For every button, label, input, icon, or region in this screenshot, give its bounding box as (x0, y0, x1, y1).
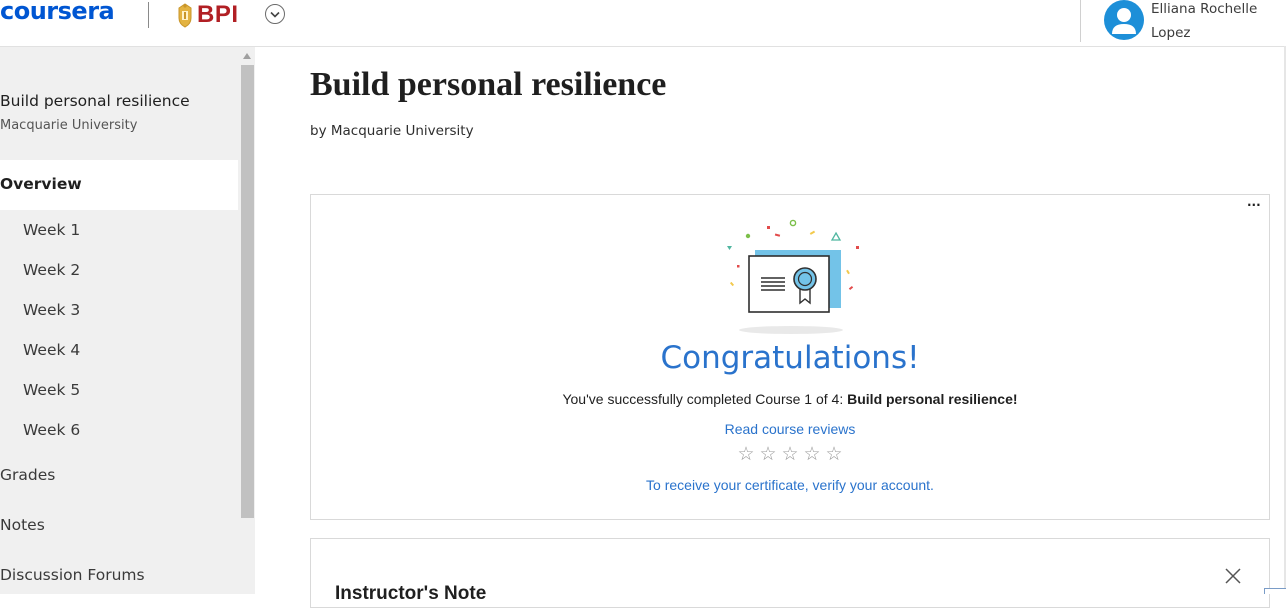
verify-account-link[interactable]: To receive your certificate, verify your… (646, 477, 934, 493)
verify-link-row: To receive your certificate, verify your… (311, 477, 1269, 493)
course-sidebar: Build personal resilience Macquarie Univ… (0, 47, 255, 594)
logo-divider (148, 2, 149, 28)
instructor-note-card: Instructor's Note (310, 538, 1270, 608)
user-avatar-icon (1112, 8, 1136, 34)
certificate-illustration (727, 219, 859, 334)
reviews-link-row: Read course reviews (311, 421, 1269, 437)
user-avatar[interactable] (1104, 0, 1144, 40)
bpi-wordmark: BPI (197, 1, 239, 28)
sidebar-item-overview[interactable]: Overview (0, 160, 238, 210)
sidebar-course-title[interactable]: Build personal resilience (0, 92, 190, 110)
bpi-crest-icon (178, 3, 192, 28)
star-5-icon[interactable]: ☆ (824, 444, 844, 464)
star-3-icon[interactable]: ☆ (780, 444, 800, 464)
rating-stars: ☆ ☆ ☆ ☆ ☆ (736, 444, 846, 464)
congratulations-heading: Congratulations! (660, 340, 920, 376)
completion-message-suffix: ! (1012, 391, 1018, 407)
sidebar-scrollbar-thumb[interactable] (241, 65, 254, 518)
bpi-logo: BPI (176, 0, 239, 30)
sidebar-item-week-5[interactable]: Week 5 (23, 381, 80, 399)
sidebar-item-week-3[interactable]: Week 3 (23, 301, 80, 319)
sidebar-item-week-6[interactable]: Week 6 (23, 421, 80, 439)
read-course-reviews-link[interactable]: Read course reviews (725, 421, 856, 437)
sidebar-item-week-1[interactable]: Week 1 (23, 221, 80, 239)
course-byline: by Macquarie University (310, 123, 474, 139)
sidebar-item-week-4[interactable]: Week 4 (23, 341, 80, 359)
help-widget-edge[interactable] (1264, 588, 1286, 594)
star-1-icon[interactable]: ☆ (736, 444, 756, 464)
header-divider (1080, 0, 1081, 42)
close-icon[interactable] (1224, 567, 1242, 585)
user-name[interactable]: Elliana Rochelle Lopez (1151, 0, 1281, 45)
completion-message-prefix: You've successfully completed Course 1 o… (562, 391, 848, 407)
scroll-up-arrow-icon[interactable] (243, 53, 251, 59)
sidebar-item-week-2[interactable]: Week 2 (23, 261, 80, 279)
more-options-button[interactable]: ... (1247, 196, 1265, 211)
top-header: coursera BPI Elliana Rochelle Lopez (0, 0, 1286, 47)
completion-course-name: Build personal resilience (847, 391, 1013, 407)
coursera-logo[interactable]: coursera (0, 0, 115, 25)
sidebar-item-grades[interactable]: Grades (0, 466, 55, 484)
sidebar-item-discussion-forums[interactable]: Discussion Forums (0, 566, 145, 584)
sidebar-course-org: Macquarie University (0, 118, 138, 133)
star-2-icon[interactable]: ☆ (758, 444, 778, 464)
page-title: Build personal resilience (310, 66, 667, 103)
instructor-note-title: Instructor's Note (335, 583, 487, 604)
star-4-icon[interactable]: ☆ (802, 444, 822, 464)
chevron-down-icon (270, 11, 280, 18)
org-switcher-button[interactable] (265, 4, 285, 24)
completion-message: You've successfully completed Course 1 o… (311, 391, 1269, 407)
completion-card: ... Congratulations! You've successfully… (310, 194, 1270, 520)
sidebar-item-label: Overview (0, 175, 82, 193)
sidebar-item-notes[interactable]: Notes (0, 516, 45, 534)
